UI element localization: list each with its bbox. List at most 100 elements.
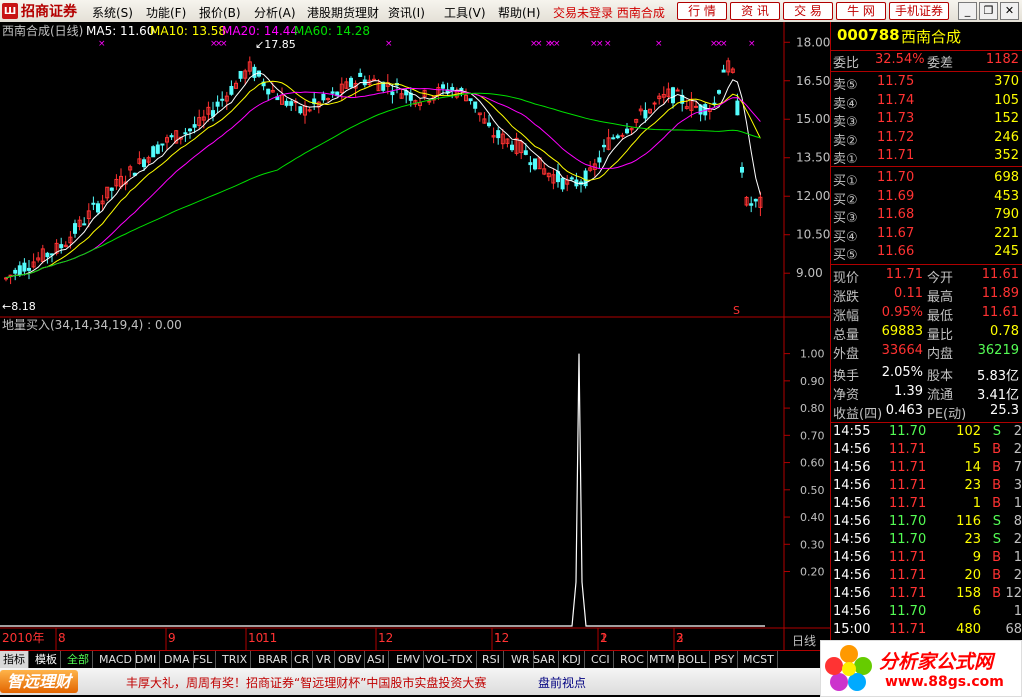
stat-label: 换手 xyxy=(833,369,860,384)
close-icon[interactable]: ✕ xyxy=(1000,2,1019,20)
tick-price: 11.70 xyxy=(889,532,927,547)
tab-指标[interactable]: 指标 xyxy=(0,651,29,668)
tick-side: B xyxy=(992,550,1001,565)
tab-rsi[interactable]: RSI xyxy=(479,651,504,668)
candle-body xyxy=(620,134,625,137)
stat-label: 净资 xyxy=(833,388,860,403)
x-label: 9 xyxy=(168,631,176,645)
tick-count: 12 xyxy=(1005,586,1022,601)
tab-mtm[interactable]: MTM xyxy=(646,651,679,668)
bid-volume: 698 xyxy=(994,170,1019,185)
menu-tools[interactable]: 工具(V) xyxy=(444,4,486,21)
ma20-label: MA20: 14.44 xyxy=(222,24,298,38)
candle-body xyxy=(652,102,657,105)
menu-info[interactable]: 资讯(I) xyxy=(388,4,425,21)
stat-label: 涨幅 xyxy=(833,309,860,324)
mobile-button[interactable]: 手机证券 xyxy=(889,2,949,20)
stock-code: 000788 xyxy=(837,26,900,44)
tab-cr[interactable]: CR xyxy=(291,651,314,668)
tick-side: B xyxy=(992,496,1001,511)
kline-chart[interactable]: 18.0016.5015.0013.5012.0010.509.001.000.… xyxy=(0,22,830,650)
tab-brar[interactable]: BRAR xyxy=(255,651,292,668)
x-label: 3 xyxy=(676,631,684,645)
tick-side: B xyxy=(992,568,1001,583)
bid-label: 买④ xyxy=(833,229,858,245)
tab-vr[interactable]: VR xyxy=(313,651,336,668)
tick-count: 2 xyxy=(1013,424,1022,439)
tab-boll[interactable]: BOLL xyxy=(675,651,711,668)
x-marker: × xyxy=(535,39,543,49)
tick-count: 3 xyxy=(1013,478,1022,493)
x-label: 2 xyxy=(600,631,608,645)
tick-count: 2 xyxy=(1013,442,1022,457)
x-label: 11 xyxy=(262,631,277,645)
candle-body xyxy=(91,202,96,205)
quote-button[interactable]: 行 情 xyxy=(677,2,727,20)
tab-kdj[interactable]: KDJ xyxy=(559,651,585,668)
tab-dmi[interactable]: DMI xyxy=(132,651,161,668)
login-status[interactable]: 交易未登录 西南合成 xyxy=(553,4,665,21)
ask-volume: 152 xyxy=(994,111,1019,126)
stat-value: 0.463 xyxy=(885,403,923,418)
candle-body xyxy=(211,110,215,117)
candle-body xyxy=(142,159,146,168)
promo-ticker[interactable]: 丰厚大礼，周周有奖！招商证券“智远理财杯”中国股市实盘投资大赛 xyxy=(126,674,486,691)
stat-label: 现价 xyxy=(833,271,860,286)
tab-全部[interactable]: 全部 xyxy=(64,651,93,668)
tab-psy[interactable]: PSY xyxy=(711,651,739,668)
tab-emv[interactable]: EMV xyxy=(393,651,424,668)
ask-price: 11.71 xyxy=(877,148,915,163)
tick-volume: 23 xyxy=(964,478,981,493)
x-marker: × xyxy=(748,39,756,49)
stat-label: 外盘 xyxy=(833,347,860,362)
candle-body xyxy=(238,70,243,79)
price-tick-label: 13.50 xyxy=(796,151,830,165)
stat-row: 换手 2.05% 股本 5.83亿 xyxy=(831,365,1022,384)
tab-dma[interactable]: DMA xyxy=(161,651,194,668)
info-button[interactable]: 资 讯 xyxy=(730,2,780,20)
stock-name: 西南合成 xyxy=(901,28,962,46)
stat-value: 2.05% xyxy=(881,365,923,380)
tick-row: 14:56 11.71 1 B 1 xyxy=(831,496,1022,514)
restore-icon[interactable]: ❐ xyxy=(979,2,998,20)
tick-count: 7 xyxy=(1013,460,1022,475)
tab-cci[interactable]: CCI xyxy=(588,651,614,668)
tab-vol-tdx[interactable]: VOL-TDX xyxy=(422,651,477,668)
menu-analysis[interactable]: 分析(A) xyxy=(254,4,296,21)
menu-hk-futures[interactable]: 港股期货理财 xyxy=(307,4,379,21)
minimize-icon[interactable]: _ xyxy=(958,2,977,20)
candle-body xyxy=(487,122,491,127)
trade-button[interactable]: 交 易 xyxy=(783,2,833,20)
x-marker: × xyxy=(604,39,612,49)
zhiyuan-brand[interactable]: 智远理财 xyxy=(0,670,78,693)
candle-body xyxy=(643,109,648,119)
tab-mcst[interactable]: MCST xyxy=(740,651,778,668)
menu-quote[interactable]: 报价(B) xyxy=(199,4,241,21)
menu-function[interactable]: 功能(F) xyxy=(146,4,186,21)
ma5-label: MA5: 11.60 xyxy=(86,24,154,38)
tab-fsl[interactable]: FSL xyxy=(190,651,217,668)
tab-roc[interactable]: ROC xyxy=(617,651,648,668)
tab-macd[interactable]: MACD xyxy=(96,651,136,668)
niu-button[interactable]: 牛 网 xyxy=(836,2,886,20)
tick-time: 14:56 xyxy=(833,550,871,565)
ask-price: 11.72 xyxy=(877,129,915,145)
tab-sar[interactable]: SAR xyxy=(530,651,560,668)
session-link[interactable]: 盘前视点 xyxy=(538,674,586,691)
candle-body xyxy=(151,146,156,158)
menu-help[interactable]: 帮助(H) xyxy=(498,4,540,21)
menu-system[interactable]: 系统(S) xyxy=(92,4,133,21)
stat-label: 最低 xyxy=(927,309,954,324)
tab-asi[interactable]: ASI xyxy=(364,651,389,668)
tick-price: 11.71 xyxy=(889,568,927,583)
bid-volume: 221 xyxy=(994,225,1019,241)
tab-trix[interactable]: TRIX xyxy=(219,651,252,668)
tab-模板[interactable]: 模板 xyxy=(32,651,61,668)
watermark-title: 分析家公式网 xyxy=(879,651,994,673)
candle-body xyxy=(675,89,680,92)
tick-time: 14:56 xyxy=(833,442,871,457)
ask-row: 卖⑤ 11.75 370 xyxy=(831,74,1022,93)
tick-time: 14:56 xyxy=(833,532,871,547)
stat-value: 5.83亿 xyxy=(977,369,1019,384)
tab-obv[interactable]: OBV xyxy=(335,651,366,668)
